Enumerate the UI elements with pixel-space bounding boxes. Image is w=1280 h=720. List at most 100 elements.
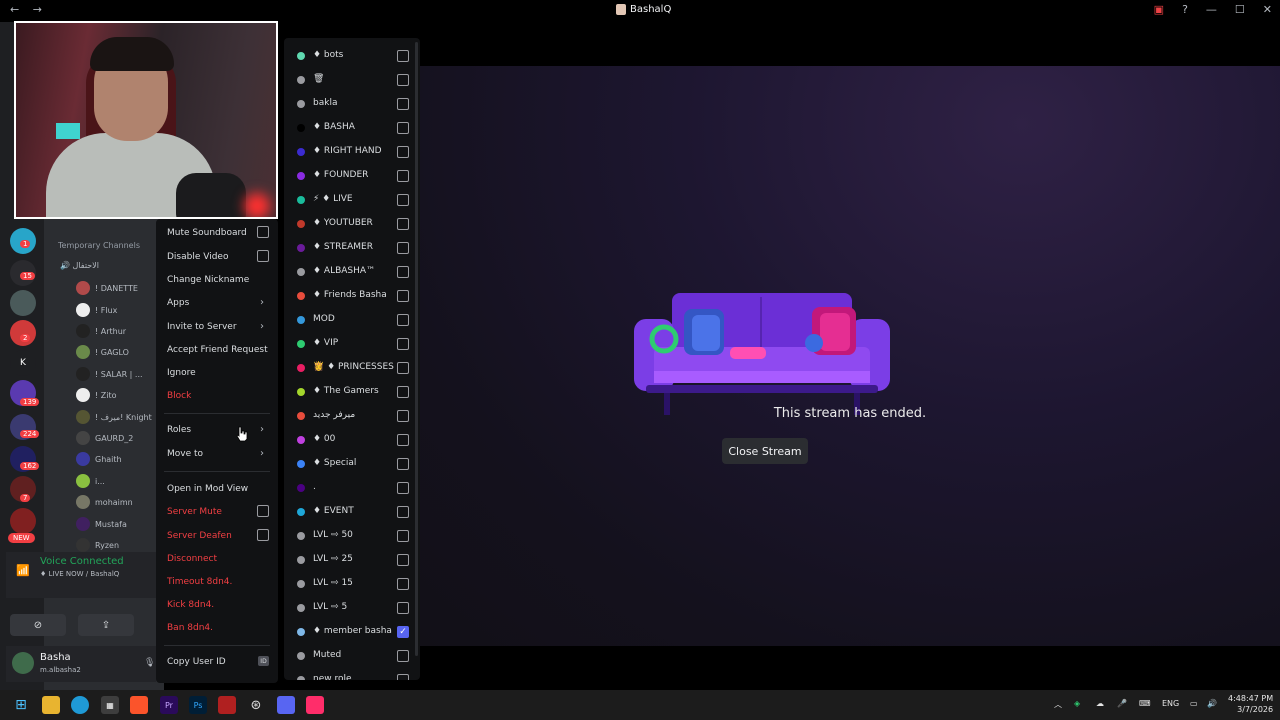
voice-member[interactable]: mohaimn: [76, 493, 133, 511]
menu-item-disable-video[interactable]: Disable Video: [167, 252, 228, 262]
tray-app-icon[interactable]: ◈: [1074, 699, 1080, 708]
server-icon[interactable]: [10, 320, 36, 346]
menu-item-move-to[interactable]: Move to: [167, 449, 203, 459]
voice-member[interactable]: ! Zito: [76, 386, 116, 404]
steam-icon[interactable]: ⊛: [247, 696, 265, 714]
role-item[interactable]: bakla: [284, 92, 420, 116]
role-item[interactable]: ♦ Special: [284, 452, 420, 476]
role-item[interactable]: .: [284, 476, 420, 500]
screen-share-button-icon[interactable]: ⇪: [78, 614, 134, 636]
role-checkbox[interactable]: [397, 554, 409, 566]
role-checkbox[interactable]: [397, 338, 409, 350]
role-item[interactable]: ⚡ ♦ LIVE: [284, 188, 420, 212]
server-icon-k[interactable]: K: [10, 350, 36, 376]
menu-item-mute-soundboard[interactable]: Mute Soundboard: [167, 228, 247, 238]
back-arrow-icon[interactable]: ←: [10, 3, 19, 16]
store-icon[interactable]: ▦: [101, 696, 119, 714]
role-item[interactable]: 🗑: [284, 68, 420, 92]
file-explorer-icon[interactable]: [42, 696, 60, 714]
voice-member[interactable]: Ghaith: [76, 450, 122, 468]
role-checkbox[interactable]: [397, 122, 409, 134]
voice-member[interactable]: ! Arthur: [76, 322, 126, 340]
role-item[interactable]: ♦ EVENT: [284, 500, 420, 524]
role-checkbox[interactable]: [397, 218, 409, 230]
role-checkbox[interactable]: [397, 530, 409, 542]
disable-video-checkbox[interactable]: [257, 250, 269, 262]
role-item[interactable]: ♦ FOUNDER: [284, 164, 420, 188]
menu-item-timeout[interactable]: Timeout 8dn4.: [167, 577, 232, 587]
tiktok-icon[interactable]: [306, 696, 324, 714]
discord-icon[interactable]: [277, 696, 295, 714]
role-checkbox[interactable]: [397, 290, 409, 302]
voice-member[interactable]: ! GAGLO: [76, 343, 129, 361]
role-item[interactable]: ♦ member basha ✓: [284, 620, 420, 644]
forward-arrow-icon[interactable]: →: [33, 3, 42, 16]
menu-item-server-mute[interactable]: Server Mute: [167, 507, 222, 517]
role-item[interactable]: LVL ⇨ 15: [284, 572, 420, 596]
menu-item-copy-user-id[interactable]: Copy User ID: [167, 657, 226, 667]
menu-item-mod-view[interactable]: Open in Mod View: [167, 484, 248, 494]
menu-item-block[interactable]: Block: [167, 391, 191, 401]
role-item[interactable]: ♦ The Gamers: [284, 380, 420, 404]
role-item[interactable]: new role: [284, 668, 420, 680]
voice-member[interactable]: ! Flux: [76, 301, 117, 319]
role-item[interactable]: LVL ⇨ 50: [284, 524, 420, 548]
role-item[interactable]: ♦ bots: [284, 44, 420, 68]
volume-icon[interactable]: 🔊: [1207, 699, 1217, 708]
role-item[interactable]: ♦ BASHA: [284, 116, 420, 140]
maximize-button[interactable]: ☐: [1235, 3, 1245, 16]
tray-chevron-icon[interactable]: ︿: [1054, 699, 1062, 710]
snipping-icon[interactable]: [218, 696, 236, 714]
menu-item-apps[interactable]: Apps: [167, 298, 189, 308]
menu-item-ban[interactable]: Ban 8dn4.: [167, 623, 213, 633]
edge-icon[interactable]: [71, 696, 89, 714]
role-item[interactable]: ♦ VIP: [284, 332, 420, 356]
menu-item-kick[interactable]: Kick 8dn4.: [167, 600, 214, 610]
voice-member[interactable]: GAURD_2: [76, 429, 133, 447]
close-button[interactable]: ✕: [1263, 3, 1272, 16]
role-item[interactable]: ♦ YOUTUBER: [284, 212, 420, 236]
menu-item-roles[interactable]: Roles: [167, 425, 191, 435]
language-indicator[interactable]: ENG: [1162, 699, 1179, 708]
menu-item-invite[interactable]: Invite to Server: [167, 322, 237, 332]
server-mute-checkbox[interactable]: [257, 505, 269, 517]
role-item[interactable]: ♦ RIGHT HAND: [284, 140, 420, 164]
screen-share-icon[interactable]: ▣: [1154, 3, 1164, 16]
role-checkbox[interactable]: [397, 266, 409, 278]
role-item[interactable]: LVL ⇨ 5: [284, 596, 420, 620]
channel-category[interactable]: Temporary Channels: [58, 241, 140, 250]
avatar[interactable]: [12, 652, 34, 674]
voice-member[interactable]: i...: [76, 472, 105, 490]
voice-member[interactable]: ! SALAR | ...: [76, 365, 143, 383]
role-checkbox[interactable]: [397, 98, 409, 110]
windows-start-icon[interactable]: ⊞: [12, 696, 30, 714]
role-checkbox[interactable]: [397, 602, 409, 614]
role-checkbox[interactable]: [397, 50, 409, 62]
role-item[interactable]: MOD: [284, 308, 420, 332]
role-item[interactable]: LVL ⇨ 25: [284, 548, 420, 572]
taskbar-clock[interactable]: 4:48:47 PM 3/7/2026: [1228, 693, 1273, 715]
premiere-icon[interactable]: Pr: [160, 696, 178, 714]
server-deafen-checkbox[interactable]: [257, 529, 269, 541]
voice-member[interactable]: ! DANETTE: [76, 279, 138, 297]
mute-soundboard-checkbox[interactable]: [257, 226, 269, 238]
signal-icon[interactable]: 📶: [16, 564, 30, 577]
onedrive-icon[interactable]: ☁: [1096, 699, 1104, 708]
role-checkbox[interactable]: [397, 314, 409, 326]
menu-item-disconnect[interactable]: Disconnect: [167, 554, 217, 564]
photoshop-icon[interactable]: Ps: [189, 696, 207, 714]
minimize-button[interactable]: —: [1206, 3, 1217, 16]
voice-member[interactable]: Mustafa: [76, 515, 127, 533]
role-item[interactable]: Muted: [284, 644, 420, 668]
voice-member[interactable]: ! ميرف! Knight: [76, 408, 152, 426]
network-icon[interactable]: ▭: [1190, 699, 1198, 708]
help-icon[interactable]: ?: [1182, 3, 1188, 16]
menu-item-server-deafen[interactable]: Server Deafen: [167, 531, 232, 541]
role-checkbox[interactable]: [397, 242, 409, 254]
menu-item-ignore[interactable]: Ignore: [167, 368, 196, 378]
role-item[interactable]: ♦ STREAMER: [284, 236, 420, 260]
role-checkbox[interactable]: [397, 650, 409, 662]
role-item[interactable]: ميرفر جديد: [284, 404, 420, 428]
server-icon[interactable]: [10, 508, 36, 534]
role-item[interactable]: ♦ Friends Basha: [284, 284, 420, 308]
